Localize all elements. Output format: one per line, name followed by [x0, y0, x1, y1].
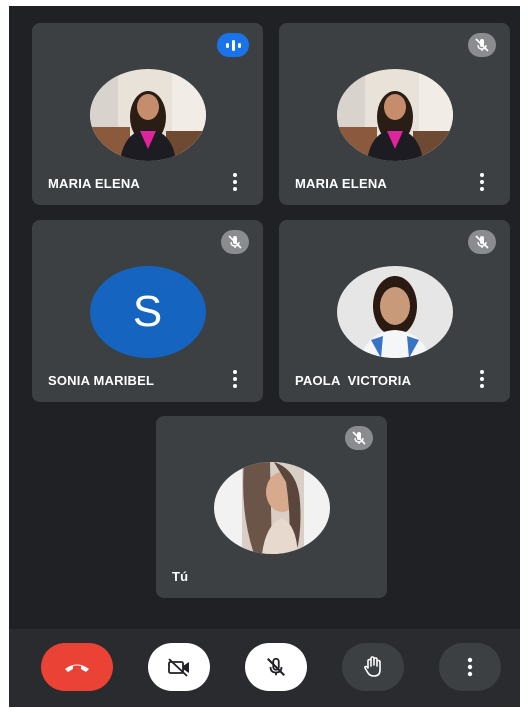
participant-tile-sonia-maribel[interactable]: S SONIA MARIBEL	[32, 220, 263, 402]
video-off-icon	[168, 658, 189, 677]
mic-off-icon	[345, 426, 373, 450]
avatar-initial: S	[132, 287, 163, 336]
participant-avatar	[336, 69, 453, 161]
participant-tile-self[interactable]: Tú	[156, 416, 387, 598]
raise-hand-button[interactable]	[342, 643, 404, 691]
phone-hangup-icon	[65, 664, 89, 672]
participant-more-icon[interactable]	[476, 173, 488, 191]
participant-name: Tú	[172, 569, 189, 584]
participant-name: MARIA ELENA	[295, 176, 387, 191]
participant-name: SONIA MARIBEL	[48, 373, 155, 388]
photo-office-woman-icon	[89, 69, 206, 161]
participant-more-icon[interactable]	[229, 173, 241, 191]
participant-tile-paola-victoria[interactable]: PAOLA VICTORIA	[279, 220, 510, 402]
participant-name: PAOLA VICTORIA	[295, 373, 412, 388]
participant-more-icon[interactable]	[229, 370, 241, 388]
participant-avatar	[89, 69, 206, 161]
participant-avatar	[213, 462, 330, 554]
mic-off-icon	[468, 230, 496, 254]
camera-toggle-button[interactable]	[148, 643, 210, 691]
more-options-button[interactable]	[439, 643, 501, 691]
hand-icon	[364, 656, 381, 677]
mic-off-icon	[267, 657, 285, 676]
participant-tile-maria-elena-1[interactable]: MARIA ELENA	[32, 23, 263, 205]
mic-off-icon	[468, 33, 496, 57]
mic-off-icon	[221, 230, 249, 254]
mic-toggle-button[interactable]	[245, 643, 307, 691]
meeting-screen: MARIA ELENA MARIA ELENA S SONIA MARIBEL …	[9, 6, 520, 707]
photo-girl-portrait-icon	[336, 266, 453, 358]
participant-more-icon[interactable]	[476, 370, 488, 388]
participant-initial-avatar: S	[89, 266, 206, 358]
call-controls-bar	[9, 629, 520, 707]
end-call-button[interactable]	[41, 643, 113, 691]
participant-tile-maria-elena-2[interactable]: MARIA ELENA	[279, 23, 510, 205]
photo-self-selfie-icon	[213, 462, 330, 554]
photo-office-woman-icon	[336, 69, 453, 161]
more-vertical-icon	[467, 657, 473, 677]
participant-avatar	[336, 266, 453, 358]
speaking-indicator-icon	[217, 33, 249, 57]
participant-name: MARIA ELENA	[48, 176, 140, 191]
